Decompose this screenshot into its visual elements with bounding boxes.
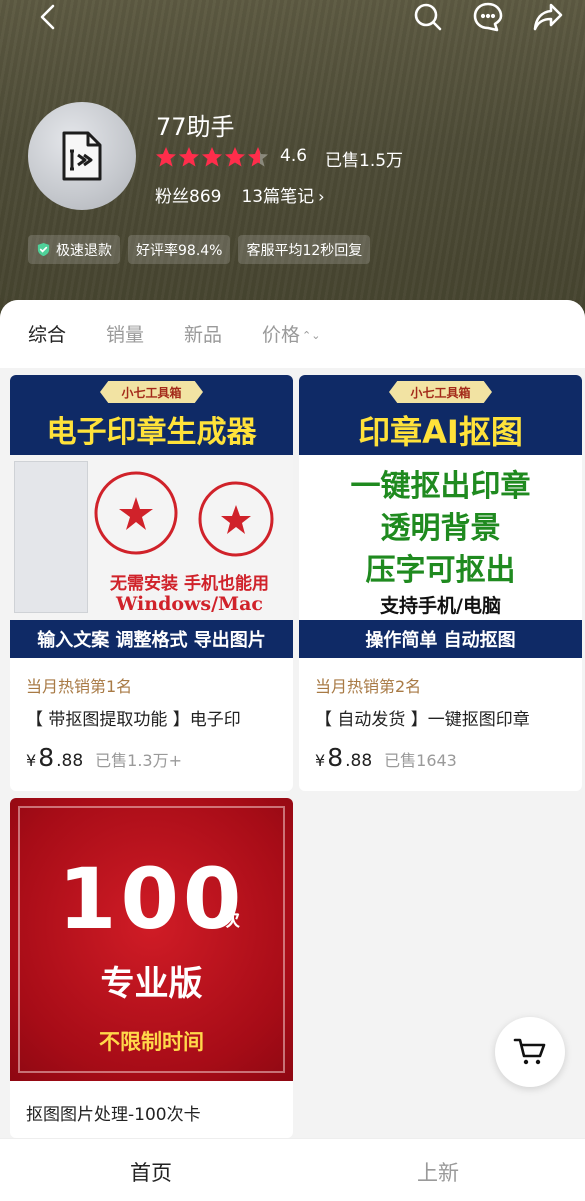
product-image-2: 小七工具箱 印章AI抠图 一键抠出印章 透明背景 压字可抠出 支持手机/电脑 操…	[299, 375, 582, 658]
star-icon	[202, 147, 222, 167]
star-icon	[156, 147, 176, 167]
thumb-platforms: Windows/Mac	[116, 593, 263, 615]
badge-response-time: 客服平均12秒回复	[238, 235, 371, 264]
notes-link[interactable]: 13篇笔记 ›	[241, 182, 324, 207]
thumb-line-1: 一键抠出印章	[350, 469, 531, 504]
thumb-edition: 专业版	[100, 964, 203, 1004]
thumb-subline: 支持手机/电脑	[380, 595, 501, 617]
cart-icon	[513, 1038, 546, 1065]
settings-panel	[14, 461, 88, 613]
badge-positive-rate: 好评率98.4%	[128, 235, 231, 264]
product-sold-count: 已售1.3万+	[95, 751, 182, 770]
rating-stars	[155, 146, 269, 168]
customer-service-button[interactable]	[466, 0, 510, 34]
thumb-note: 不限制时间	[99, 1030, 204, 1054]
back-icon	[40, 4, 55, 30]
product-title: 【 带抠图提取功能 】电子印	[26, 710, 241, 730]
thumb-unit: 次	[222, 910, 240, 931]
brand-ribbon: 小七工具箱	[100, 381, 203, 403]
search-icon	[414, 3, 442, 31]
hot-sales-tag: 当月热销第2名	[315, 677, 422, 696]
thumb-line-2: 透明背景	[380, 511, 501, 546]
badge-fast-refund: 极速退款	[28, 235, 120, 264]
sort-tab-overall[interactable]: 综合	[28, 320, 66, 347]
fans-count: 粉丝869	[155, 187, 222, 207]
product-card-1[interactable]: 小七工具箱 电子印章生成器 无需安装 手机也能用 Windows/Mac 输入文…	[10, 375, 293, 791]
price-row: ¥ 8 .88 已售1.3万+	[26, 743, 182, 772]
sort-arrows-icon: ⌃⌄	[302, 328, 321, 342]
price-decimal: .88	[345, 751, 373, 771]
price-decimal: .88	[56, 751, 84, 771]
thumb-big-number: 100	[58, 850, 246, 948]
thumb-headline: 印章AI抠图	[358, 413, 523, 451]
brand-ribbon: 小七工具箱	[389, 381, 492, 403]
sort-tab-sales[interactable]: 销量	[106, 320, 144, 347]
badge-label: 极速退款	[56, 242, 112, 259]
share-button[interactable]	[526, 0, 570, 34]
product-title: 抠图图片处理-100次卡	[26, 1105, 201, 1125]
service-badges: 极速退款 好评率98.4% 客服平均12秒回复	[28, 235, 371, 264]
price-integer: 8	[38, 743, 55, 772]
red-seal-icon	[198, 481, 274, 557]
sort-tab-price-label: 价格	[262, 324, 301, 346]
search-button[interactable]	[406, 0, 450, 34]
bottom-nav: 首页 上新	[0, 1138, 585, 1201]
notes-count: 13篇笔记	[241, 187, 315, 207]
shop-header: 77助手 4.6 已售1.5万 粉丝869 13篇笔记 › 极速退款 好评率98.…	[0, 0, 585, 330]
thumb-body: 一键抠出印章 透明背景 压字可抠出 支持手机/电脑	[299, 455, 582, 620]
shop-stats: 粉丝869 13篇笔记 ›	[155, 182, 325, 207]
thumb-subline: 无需安装 手机也能用	[110, 574, 269, 594]
nav-home[interactable]: 首页	[130, 1157, 172, 1187]
product-image-1: 小七工具箱 电子印章生成器 无需安装 手机也能用 Windows/Mac 输入文…	[10, 375, 293, 658]
product-card-2[interactable]: 小七工具箱 印章AI抠图 一键抠出印章 透明背景 压字可抠出 支持手机/电脑 操…	[299, 375, 582, 791]
badge-label: 好评率98.4%	[136, 242, 223, 259]
thumb-footer: 输入文案 调整格式 导出图片	[10, 620, 293, 658]
sort-bar: 综合 销量 新品 价格 ⌃⌄	[0, 300, 585, 368]
shield-check-icon	[37, 242, 50, 257]
cart-button[interactable]	[495, 1017, 565, 1087]
shop-name: 77助手	[156, 113, 235, 141]
star-icon	[248, 147, 268, 167]
app-screenshot: 无需安装 手机也能用 Windows/Mac	[10, 455, 293, 620]
hot-sales-tag: 当月热销第1名	[26, 677, 133, 696]
nav-new-arrivals[interactable]: 上新	[417, 1157, 459, 1187]
shop-sold-count: 已售1.5万	[325, 151, 404, 171]
chevron-right-icon: ›	[318, 187, 325, 206]
document-icon	[62, 131, 102, 181]
share-icon	[533, 3, 563, 31]
shop-avatar[interactable]	[28, 102, 136, 210]
star-icon	[179, 147, 199, 167]
thumb-line-3: 压字可抠出	[365, 553, 516, 588]
product-image-3: 100 次 专业版 不限制时间	[10, 798, 293, 1081]
sort-tab-price[interactable]: 价格 ⌃⌄	[262, 320, 320, 347]
thumb-footer: 操作简单 自动抠图	[299, 620, 582, 658]
currency-symbol: ¥	[26, 751, 37, 770]
back-button[interactable]	[26, 0, 70, 34]
sort-tab-new[interactable]: 新品	[184, 320, 222, 347]
thumb-headline: 电子印章生成器	[46, 415, 257, 450]
price-integer: 8	[327, 743, 344, 772]
chat-icon	[473, 2, 503, 32]
rating-value: 4.6	[280, 146, 308, 166]
badge-label: 客服平均12秒回复	[246, 242, 363, 259]
product-title: 【 自动发货 】一键抠图印章	[315, 710, 530, 730]
price-row: ¥ 8 .88 已售1643	[315, 743, 457, 772]
currency-symbol: ¥	[315, 751, 326, 770]
product-sold-count: 已售1643	[384, 751, 457, 770]
star-icon	[225, 147, 245, 167]
product-card-3[interactable]: 100 次 专业版 不限制时间 抠图图片处理-100次卡	[10, 798, 293, 1138]
red-seal-icon	[94, 471, 178, 555]
